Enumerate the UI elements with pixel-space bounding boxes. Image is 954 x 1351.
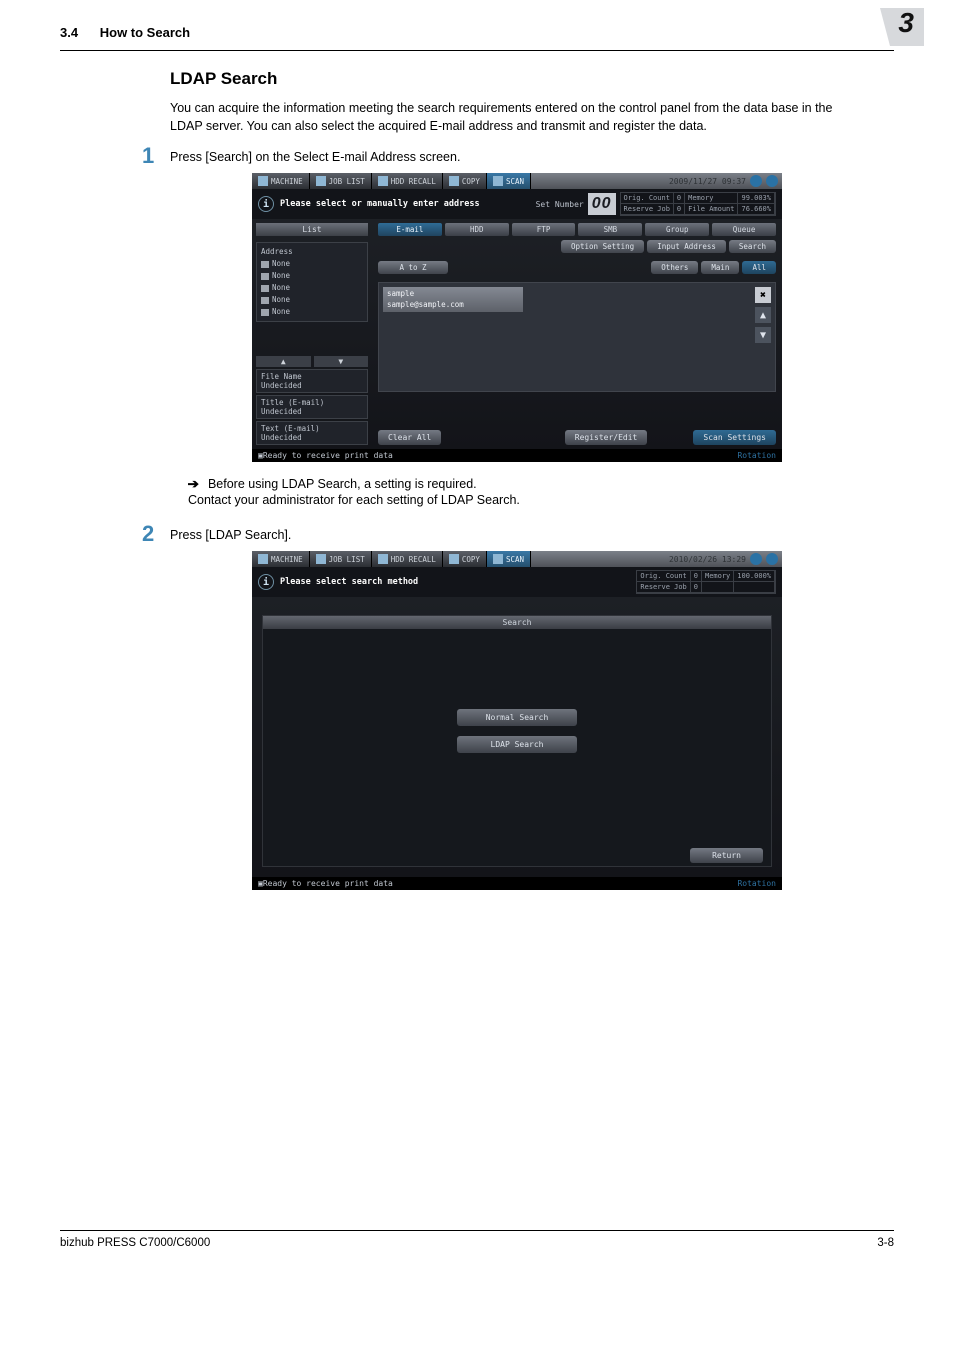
arrow-right-icon: ➔: [187, 476, 199, 491]
tab-joblist[interactable]: JOB LIST: [310, 173, 372, 189]
proto-queue[interactable]: Queue: [712, 223, 776, 236]
filter-others[interactable]: Others: [651, 261, 698, 274]
ldap-search-button[interactable]: LDAP Search: [457, 736, 577, 753]
tab-machine[interactable]: MACHINE: [252, 551, 310, 567]
chapter-indicator: 3: [880, 8, 924, 46]
delete-icon[interactable]: ✖: [755, 287, 771, 303]
filter-all[interactable]: All: [742, 261, 776, 274]
filter-a-to-z[interactable]: A to Z: [378, 261, 448, 274]
intro-paragraph: You can acquire the information meeting …: [170, 99, 864, 135]
set-number-value: 00: [588, 193, 616, 215]
machine-icon: [258, 554, 268, 564]
file-name-block[interactable]: File NameUndecided: [256, 369, 368, 393]
option-setting-button[interactable]: Option Setting: [561, 240, 644, 253]
step-number-1: 1: [142, 145, 170, 167]
search-method-panel: Search Normal Search LDAP Search Return: [262, 615, 772, 867]
tab-joblist[interactable]: JOB LIST: [310, 551, 372, 567]
search-button[interactable]: Search: [729, 240, 776, 253]
status-grid: Orig. Count0Memory100.000% Reserve Job0: [636, 570, 776, 594]
note-1-lead: Before using LDAP Search, a setting is r…: [208, 477, 477, 491]
copy-icon: [449, 554, 459, 564]
hdd-icon: [378, 554, 388, 564]
copy-icon: [449, 176, 459, 186]
scroll-up-icon[interactable]: ▲: [755, 307, 771, 323]
scroll-down-icon[interactable]: ▼: [755, 327, 771, 343]
clear-all-button[interactable]: Clear All: [378, 430, 441, 445]
step-number-2: 2: [142, 523, 170, 545]
section-title: How to Search: [100, 25, 190, 40]
toner-icon[interactable]: [750, 175, 762, 187]
printer-status-text: Ready to receive print data: [263, 879, 393, 888]
arrow-up-icon[interactable]: ▲: [256, 356, 311, 367]
list-button[interactable]: List: [256, 223, 368, 236]
product-name: bizhub PRESS C7000/C6000: [60, 1237, 210, 1249]
tab-bar: MACHINE JOB LIST HDD RECALL COPY SCAN 20…: [252, 551, 782, 567]
help-icon[interactable]: [766, 553, 778, 565]
help-icon[interactable]: [766, 175, 778, 187]
dest-icon: [261, 309, 269, 316]
address-header: Address: [261, 246, 363, 258]
joblist-icon: [316, 554, 326, 564]
screenshot-select-email-address: MACHINE JOB LIST HDD RECALL COPY SCAN 20…: [252, 173, 782, 462]
tab-status-area: 2010/02/26 13:29: [531, 551, 782, 567]
hdd-icon: [378, 176, 388, 186]
timestamp: 2010/02/26 13:29: [669, 555, 746, 564]
screenshot-search-method: MACHINE JOB LIST HDD RECALL COPY SCAN 20…: [252, 551, 782, 890]
page-number: 3-8: [877, 1237, 894, 1249]
title-email-block[interactable]: Title (E-mail)Undecided: [256, 395, 368, 419]
input-address-button[interactable]: Input Address: [647, 240, 726, 253]
scan-icon: [493, 554, 503, 564]
running-header: 3.4 How to Search: [60, 25, 190, 40]
dest-icon: [261, 273, 269, 280]
joblist-icon: [316, 176, 326, 186]
tab-scan[interactable]: SCAN: [487, 551, 531, 567]
scan-icon: [493, 176, 503, 186]
timestamp: 2009/11/27 09:37: [669, 177, 746, 186]
tab-hdd-recall[interactable]: HDD RECALL: [372, 173, 443, 189]
address-scroll-arrows[interactable]: ▲▼: [256, 356, 368, 367]
tab-scan[interactable]: SCAN: [487, 173, 531, 189]
tab-hdd-recall[interactable]: HDD RECALL: [372, 551, 443, 567]
proto-smb[interactable]: SMB: [578, 223, 642, 236]
filter-main[interactable]: Main: [701, 261, 739, 274]
step-2-text: Press [LDAP Search].: [170, 523, 291, 542]
info-message: Please select or manually enter address: [280, 199, 480, 209]
address-result-area: sample sample@sample.com ✖ ▲ ▼: [378, 282, 776, 392]
tab-bar: MACHINE JOB LIST HDD RECALL COPY SCAN 20…: [252, 173, 782, 189]
set-number-label: Set Number: [536, 200, 584, 209]
tab-status-area: 2009/11/27 09:37: [531, 173, 782, 189]
info-message: Please select search method: [280, 577, 418, 587]
info-icon: i: [258, 574, 274, 590]
dest-icon: [261, 285, 269, 292]
proto-ftp[interactable]: FTP: [512, 223, 576, 236]
tab-machine[interactable]: MACHINE: [252, 173, 310, 189]
proto-group[interactable]: Group: [645, 223, 709, 236]
text-email-block[interactable]: Text (E-mail)Undecided: [256, 421, 368, 445]
dest-icon: [261, 297, 269, 304]
tab-copy[interactable]: COPY: [443, 551, 487, 567]
info-icon: i: [258, 196, 274, 212]
heading-ldap-search: LDAP Search: [170, 69, 864, 89]
machine-icon: [258, 176, 268, 186]
search-panel-header: Search: [263, 616, 771, 629]
address-panel: Address None None None None None: [256, 242, 368, 322]
section-number: 3.4: [60, 25, 78, 40]
address-entry-sample[interactable]: sample sample@sample.com: [383, 287, 523, 312]
scan-settings-button[interactable]: Scan Settings: [693, 430, 776, 445]
register-edit-button[interactable]: Register/Edit: [565, 430, 648, 445]
note-1-follow: Contact your administrator for each sett…: [188, 493, 864, 507]
toner-icon[interactable]: [750, 553, 762, 565]
step-1-text: Press [Search] on the Select E-mail Addr…: [170, 145, 460, 164]
proto-hdd[interactable]: HDD: [445, 223, 509, 236]
rotation-indicator: Rotation: [737, 879, 776, 888]
normal-search-button[interactable]: Normal Search: [457, 709, 577, 726]
tab-copy[interactable]: COPY: [443, 173, 487, 189]
status-grid: Orig. Count0Memory99.003% Reserve Job0Fi…: [620, 192, 776, 216]
rotation-indicator: Rotation: [737, 451, 776, 460]
arrow-down-icon[interactable]: ▼: [314, 356, 369, 367]
proto-email[interactable]: E-mail: [378, 223, 442, 236]
dest-icon: [261, 261, 269, 268]
printer-status-text: Ready to receive print data: [263, 451, 393, 460]
return-button[interactable]: Return: [690, 848, 763, 863]
